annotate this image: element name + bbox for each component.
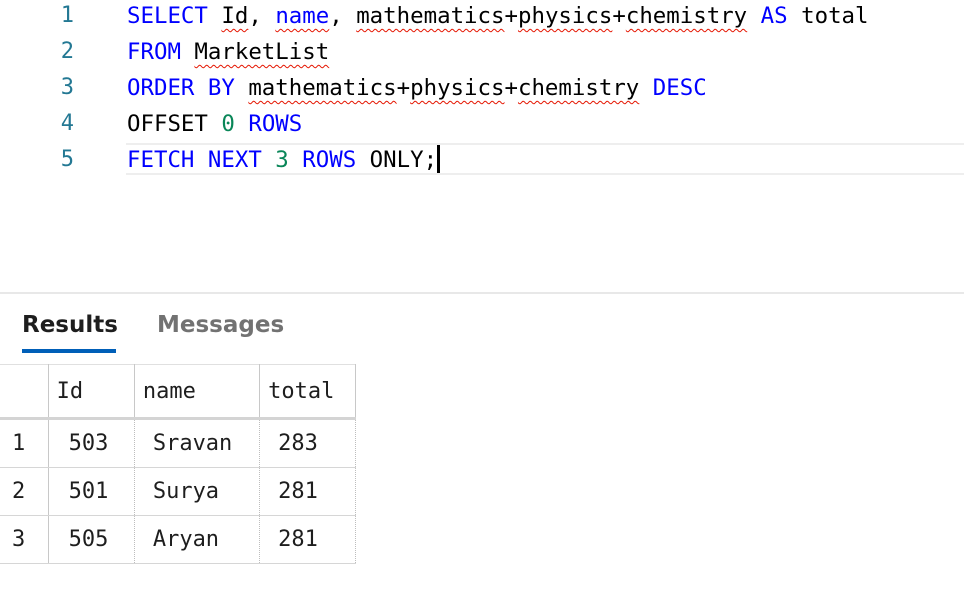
code-line-1[interactable]: 1 SELECT Id, name, mathematics+physics+c… — [0, 0, 964, 34]
identifier: total — [801, 3, 869, 29]
keyword: ROWS — [248, 111, 303, 137]
tab-messages[interactable]: Messages — [157, 310, 284, 340]
keyword: FROM — [127, 39, 181, 65]
code-line-2[interactable]: 2 FROM MarketList — [0, 34, 964, 70]
identifier: Id — [221, 3, 249, 29]
number-literal: 3 — [275, 147, 289, 173]
line-number: 2 — [60, 39, 74, 64]
keyword: SELECT — [127, 3, 208, 29]
identifier: chemistry — [625, 3, 748, 29]
results-tabbar: Results Messages — [0, 300, 964, 360]
table-row: 1 503 Sravan 283 — [0, 418, 356, 468]
operator: + — [504, 3, 518, 29]
panel-divider[interactable] — [0, 292, 964, 294]
grid-header-row: Id name total — [0, 364, 356, 420]
keyword: ONLY; — [369, 147, 438, 173]
number-literal: 0 — [221, 111, 235, 137]
code-text[interactable]: ORDER BY mathematics+physics+chemistry D… — [127, 70, 707, 106]
sql-editor[interactable]: 1 SELECT Id, name, mathematics+physics+c… — [0, 0, 964, 292]
identifier: chemistry — [517, 75, 640, 101]
code-line-3[interactable]: 3 ORDER BY mathematics+physics+chemistry… — [0, 70, 964, 106]
cell-name[interactable]: Aryan — [134, 515, 261, 564]
code-line-5[interactable]: 5 FETCH NEXT 3 ROWS ONLY; — [0, 142, 964, 178]
identifier: name — [275, 3, 330, 29]
row-number[interactable]: 3 — [0, 515, 49, 564]
row-number[interactable]: 1 — [0, 418, 49, 468]
keyword: AS — [760, 3, 788, 29]
column-header-total[interactable]: total — [259, 364, 356, 420]
identifier: mathematics — [248, 75, 397, 101]
row-number[interactable]: 2 — [0, 467, 49, 516]
line-number: 3 — [60, 75, 74, 100]
keyword: FETCH NEXT — [127, 147, 262, 173]
operator: + — [612, 3, 626, 29]
table-row: 3 505 Aryan 281 — [0, 515, 356, 564]
tab-results[interactable]: Results — [22, 310, 118, 340]
table-row: 2 501 Surya 281 — [0, 467, 356, 516]
cell-total[interactable]: 283 — [259, 418, 356, 468]
line-number: 5 — [60, 147, 74, 172]
identifier: mathematics — [356, 3, 505, 29]
code-text[interactable]: OFFSET 0 ROWS — [127, 106, 302, 142]
cell-name[interactable]: Surya — [134, 467, 261, 516]
operator: + — [504, 75, 518, 101]
punctuation: , — [329, 3, 343, 29]
cell-id[interactable]: 503 — [48, 418, 135, 468]
keyword: OFFSET — [127, 111, 208, 137]
cell-total[interactable]: 281 — [259, 515, 356, 564]
keyword: ORDER BY — [127, 75, 235, 101]
line-number: 1 — [60, 3, 74, 28]
active-tab-indicator — [22, 349, 116, 353]
results-grid: Id name total 1 503 Sravan 283 2 501 Sur… — [0, 364, 356, 564]
column-header-id[interactable]: Id — [48, 364, 135, 420]
text-cursor — [437, 144, 441, 173]
keyword: ROWS — [302, 147, 357, 173]
identifier: physics — [517, 3, 613, 29]
cell-total[interactable]: 281 — [259, 467, 356, 516]
cell-id[interactable]: 505 — [48, 515, 135, 564]
identifier: physics — [410, 75, 505, 101]
operator: + — [396, 75, 411, 101]
code-text[interactable]: SELECT Id, name, mathematics+physics+che… — [127, 0, 869, 34]
line-number: 4 — [60, 111, 74, 136]
code-line-4[interactable]: 4 OFFSET 0 ROWS — [0, 106, 964, 142]
punctuation: , — [248, 3, 262, 29]
cell-id[interactable]: 501 — [48, 467, 135, 516]
keyword: DESC — [652, 75, 707, 101]
code-text[interactable]: FETCH NEXT 3 ROWS ONLY; — [127, 142, 441, 178]
row-number-header[interactable] — [0, 364, 49, 420]
cell-name[interactable]: Sravan — [134, 418, 261, 468]
code-text[interactable]: FROM MarketList — [127, 34, 329, 70]
column-header-name[interactable]: name — [134, 364, 261, 420]
identifier: MarketList — [194, 39, 330, 65]
